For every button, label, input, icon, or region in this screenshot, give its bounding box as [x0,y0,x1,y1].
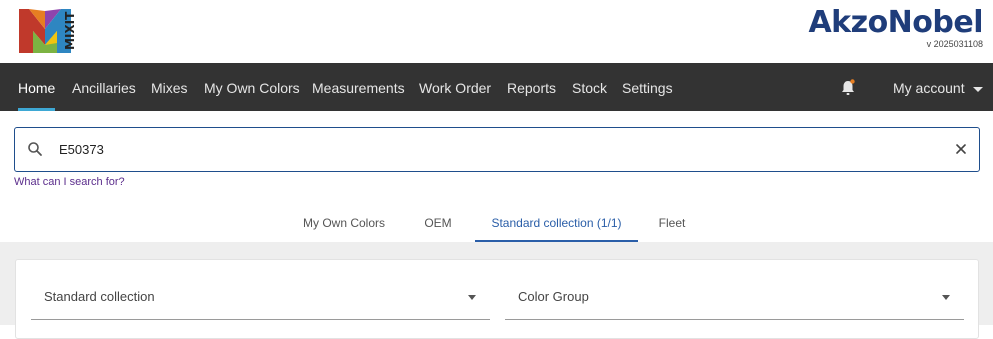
collection-select[interactable]: Standard collection [31,272,490,320]
nav-item-my-own-colors[interactable]: My Own Colors [204,63,300,111]
app-header: MIXIT AkzoNobel v 2025031108 [0,0,993,63]
nav-item-mixes[interactable]: Mixes [151,63,188,111]
tab-standard-collection[interactable]: Standard collection (1/1) [475,205,638,242]
search-icon [28,142,42,156]
akzonobel-logo: AkzoNobel [808,5,983,40]
nav-item-home[interactable]: Home [18,63,56,111]
bell-icon[interactable] [840,79,856,97]
mixit-wordmark: MIXIT [63,11,77,50]
chevron-down-icon [468,295,476,300]
nav-item-work-order[interactable]: Work Order [419,63,491,111]
brand-area: AkzoNobel v 2025031108 [808,5,983,49]
chevron-down-icon [942,295,950,300]
tab-oem[interactable]: OEM [415,205,461,242]
search-box [14,127,980,172]
result-tabs: My Own Colors OEM Standard collection (1… [0,205,993,242]
nav-item-stock[interactable]: Stock [572,63,607,111]
nav-item-ancillaries[interactable]: Ancillaries [72,63,136,111]
color-group-select-value: Color Group [518,289,589,304]
tab-fleet[interactable]: Fleet [650,205,694,242]
close-icon[interactable] [953,141,969,157]
nav-item-measurements[interactable]: Measurements [312,63,405,111]
nav-item-settings[interactable]: Settings [622,63,673,111]
collection-select-value: Standard collection [44,289,155,304]
my-account-label: My account [893,80,965,96]
nav-item-reports[interactable]: Reports [507,63,556,111]
tab-my-own-colors[interactable]: My Own Colors [296,205,392,242]
my-account-menu[interactable]: My account [893,63,983,111]
svg-text:MIXIT: MIXIT [63,11,77,50]
search-input[interactable] [59,136,939,162]
chevron-down-icon [972,86,983,92]
color-group-select[interactable]: Color Group [505,272,964,320]
search-help-link[interactable]: What can I search for? [14,176,125,188]
